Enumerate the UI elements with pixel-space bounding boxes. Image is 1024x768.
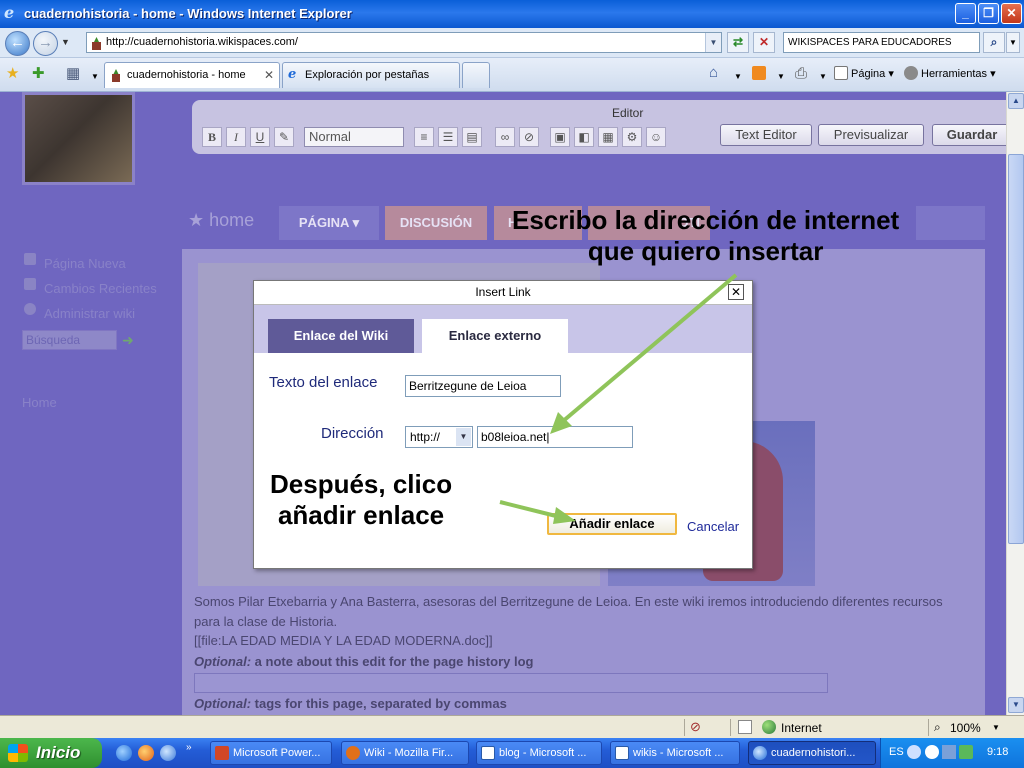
- forward-button[interactable]: →: [33, 31, 58, 56]
- quicklaunch-expand-icon[interactable]: »: [186, 742, 192, 753]
- minimize-button[interactable]: _: [955, 3, 976, 24]
- taskbar-item-label: cuadernohistori...: [771, 747, 856, 759]
- firefox-icon[interactable]: [138, 745, 154, 761]
- tab-list-dropdown-icon[interactable]: ▼: [91, 69, 99, 84]
- taskbar-item-label: wikis - Microsoft ...: [633, 747, 724, 759]
- tab-label: Exploración por pestañas: [305, 69, 430, 81]
- network-icon[interactable]: [942, 745, 956, 759]
- maximize-button[interactable]: ❐: [978, 3, 999, 24]
- language-indicator[interactable]: ES: [889, 746, 904, 758]
- close-button[interactable]: ✕: [1001, 3, 1022, 24]
- scroll-down-icon[interactable]: ▼: [1008, 697, 1024, 713]
- tab-cuadernohistoria[interactable]: cuadernohistoria - home ✕: [104, 62, 280, 88]
- window-title: cuadernohistoria - home - Windows Intern…: [24, 6, 352, 21]
- new-tab-button[interactable]: [462, 62, 490, 88]
- status-separator: [684, 719, 685, 736]
- search-options-dropdown-icon[interactable]: ▼: [1006, 32, 1020, 53]
- arrow-to-address: [560, 273, 738, 424]
- address-field[interactable]: http://cuadernohistoria.wikispaces.com/ …: [86, 32, 722, 53]
- feed-dropdown-icon[interactable]: ▼: [777, 69, 785, 84]
- popup-blocker-icon[interactable]: ⊘: [690, 719, 701, 735]
- word-document-icon: [481, 746, 495, 760]
- internet-explorer-icon[interactable]: [116, 745, 132, 761]
- status-separator: [730, 719, 731, 736]
- windows-taskbar: Inicio » Microsoft Power... Wiki - Mozil…: [0, 738, 1024, 768]
- wikispaces-favicon-icon: [112, 69, 120, 82]
- safely-remove-icon[interactable]: [959, 745, 973, 759]
- arrow-head-icon: [553, 507, 576, 524]
- taskbar-item-powerpoint[interactable]: Microsoft Power...: [210, 741, 332, 765]
- taskbar-item-word-blog[interactable]: blog - Microsoft ...: [476, 741, 602, 765]
- status-separator: [928, 719, 929, 736]
- tab-label: cuadernohistoria - home: [127, 69, 246, 81]
- window-titlebar: e cuadernohistoria - home - Windows Inte…: [0, 0, 1024, 28]
- home-dropdown-icon[interactable]: ▼: [734, 69, 742, 84]
- print-icon[interactable]: ⎙: [795, 66, 807, 81]
- taskbar-item-firefox[interactable]: Wiki - Mozilla Fir...: [341, 741, 469, 765]
- search-icon[interactable]: ⌕: [983, 32, 1005, 53]
- taskbar-item-word-wikis[interactable]: wikis - Microsoft ...: [610, 741, 740, 765]
- protected-mode-icon: [738, 720, 752, 734]
- start-button[interactable]: Inicio: [0, 738, 102, 768]
- tab-tabbed-browsing[interactable]: e Exploración por pestañas: [282, 62, 460, 88]
- url-dropdown-icon[interactable]: ▼: [705, 33, 721, 52]
- internet-explorer-icon: [753, 746, 767, 760]
- tools-menu-label: Herramientas: [921, 68, 988, 80]
- page-menu[interactable]: Página ▾: [834, 66, 894, 80]
- word-document-icon: [615, 746, 629, 760]
- powerpoint-icon: [215, 746, 229, 760]
- tab-close-icon[interactable]: ✕: [264, 63, 274, 87]
- clock: 9:18: [987, 746, 1009, 758]
- tray-back-icon[interactable]: [907, 745, 921, 759]
- security-zone-label: Internet: [781, 721, 822, 735]
- history-dropdown-icon[interactable]: ▼: [61, 37, 70, 47]
- rss-feed-icon[interactable]: [752, 66, 766, 80]
- page-viewport: Editor B I U ✎ Normal ≡ ☰ ▤ ∞ ⊘ ▣ ◧ ▦ ⚙ …: [0, 92, 1006, 715]
- scroll-up-icon[interactable]: ▲: [1008, 93, 1024, 109]
- internet-explorer-icon: e: [288, 67, 297, 82]
- home-icon[interactable]: ⌂: [709, 65, 718, 80]
- refresh-button[interactable]: ⇄: [727, 32, 749, 53]
- page-menu-label: Página: [851, 68, 886, 80]
- windows-logo-icon: [8, 744, 28, 762]
- internet-zone-icon: [762, 720, 776, 734]
- system-tray: ES 9:18: [880, 738, 1024, 768]
- taskbar-item-label: Wiki - Mozilla Fir...: [364, 747, 454, 759]
- zoom-level[interactable]: 100%: [950, 721, 981, 735]
- page-icon: [834, 66, 848, 80]
- taskbar-item-label: Microsoft Power...: [233, 747, 321, 759]
- zoom-dropdown-icon[interactable]: ▼: [992, 723, 1000, 732]
- taskbar-item-label: blog - Microsoft ...: [499, 747, 587, 759]
- scrollbar-thumb[interactable]: [1008, 154, 1024, 544]
- back-button[interactable]: ←: [5, 31, 30, 56]
- start-label: Inicio: [36, 743, 81, 762]
- add-favorite-icon[interactable]: ✚: [32, 66, 45, 81]
- tab-bar: ★ ✚ ▦ ▼ cuadernohistoria - home ✕ e Expl…: [0, 58, 1024, 92]
- zoom-icon: ⌕: [934, 720, 941, 734]
- arrow-to-add-button: [499, 500, 561, 519]
- ie-quicklaunch-icon[interactable]: [160, 745, 176, 761]
- firefox-icon: [346, 746, 360, 760]
- url-text: http://cuadernohistoria.wikispaces.com/: [106, 36, 298, 48]
- search-input[interactable]: WIKISPACES PARA EDUCADORES: [783, 32, 980, 53]
- gear-icon: [904, 66, 918, 80]
- stop-button[interactable]: ✕: [753, 32, 775, 53]
- annotation-arrows: [499, 273, 738, 524]
- vertical-scrollbar[interactable]: ▲ ▼: [1006, 92, 1024, 715]
- quick-tabs-icon[interactable]: ▦: [66, 66, 80, 81]
- internet-explorer-icon: e: [4, 3, 15, 22]
- taskbar-item-ie-cuadernohistoria[interactable]: cuadernohistori...: [748, 741, 876, 765]
- address-toolbar: ← → ▼ http://cuadernohistoria.wikispaces…: [0, 28, 1024, 58]
- tools-menu[interactable]: Herramientas ▾: [904, 66, 996, 80]
- panda-antivirus-icon[interactable]: [925, 745, 939, 759]
- print-dropdown-icon[interactable]: ▼: [819, 69, 827, 84]
- favorites-star-icon[interactable]: ★: [6, 66, 19, 81]
- wikispaces-favicon-icon: [92, 37, 101, 50]
- status-bar: ⊘ Internet ⌕ 100% ▼: [0, 715, 1024, 738]
